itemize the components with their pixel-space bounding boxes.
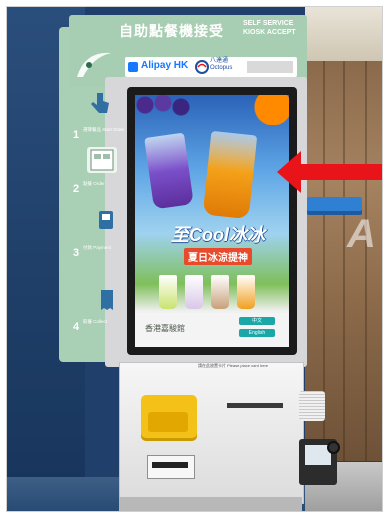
receipt-printer-slot [227,403,283,408]
drink-item-2[interactable] [185,275,203,309]
step-text: 付款 Payment [83,245,112,250]
step-number: 3 [73,247,80,259]
step-number: 2 [73,183,80,195]
promo-banner: 至Cool冰冰 夏日冰涼提神 [153,221,283,266]
drink-item-1[interactable] [159,275,177,309]
card-reader-pad [148,412,188,432]
receipt-icon [91,287,121,313]
terminal-camera-icon [327,441,340,454]
purple-drink-image [144,132,194,210]
kiosk-base [119,497,302,511]
octopus-label: 八達通 Octopus [210,58,233,71]
drink-item-4[interactable] [237,275,255,309]
wood-plank [343,61,345,461]
blank-plate [247,61,293,73]
promo-headline: 至Cool冰冰 [171,225,265,245]
hand-tap-icon [85,89,115,115]
step-text: 選擇餐品 Start Order [83,127,125,132]
side-tray [307,197,362,211]
orange-drink-image [202,130,258,220]
card-instruction-label: 請在此放置卡片 Please place card here [197,363,269,368]
step-text: 點餐 Order [83,181,105,186]
lang-button-chinese[interactable]: 中文 [239,317,275,325]
step-number: 1 [73,129,80,141]
drink-item-3[interactable] [211,275,229,309]
promo-tagline: 夏日冰涼提神 [184,248,252,265]
passion-fruit-graphic [247,95,289,125]
red-arrow-icon [277,151,382,193]
berries-graphic [135,95,205,119]
photo-frame: A 自助點餐機接受 SELF SERVICE KIOSK ACCEPT Alip… [6,6,383,512]
receipt-slot [152,462,188,468]
wall-graphic: A [347,212,376,256]
brand-logo-icon [77,52,111,77]
kiosk-title: 自助點餐機接受 [119,23,224,39]
alipay-icon [128,62,138,72]
card-payment-icon [91,207,121,233]
menu-screen-icon [87,147,117,173]
kiosk-subtitle: SELF SERVICE KIOSK ACCEPT [243,20,296,36]
speaker-grille [299,391,325,421]
alipay-label: Alipay HK [141,60,189,71]
ceiling-area [305,7,382,61]
kiosk-touchscreen[interactable]: 至Cool冰冰 夏日冰涼提神 香港嘉駿館 中文 English [135,95,289,347]
lang-button-english[interactable]: English [239,329,275,337]
step-text: 取餐 Collect [83,319,108,324]
wood-plank [365,61,367,461]
footer-brand: 香港嘉駿館 [145,324,185,333]
step-number: 4 [73,321,80,333]
octopus-icon [195,60,209,74]
